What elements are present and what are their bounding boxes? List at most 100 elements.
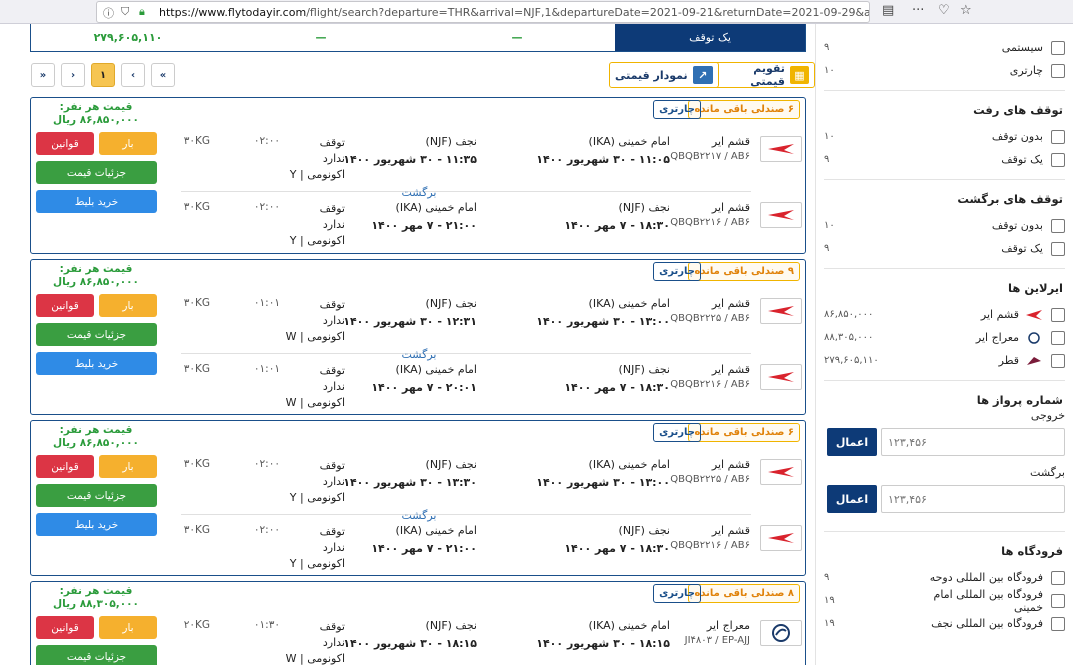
filter-row[interactable]: چارتری ۱۰: [824, 59, 1065, 82]
rules-button[interactable]: قوانین: [36, 294, 94, 317]
stops-info: توقف ندارد اکونومی | Y: [289, 459, 345, 504]
rules-button[interactable]: قوانین: [36, 455, 94, 478]
price-details-button[interactable]: جزئیات قیمت: [36, 323, 157, 346]
flight-result-card: ۹ صندلی باقی مانده چارتری قیمت هر نفر: ۸…: [30, 259, 806, 415]
meraj-air-logo: [760, 620, 802, 646]
qeshm-air-logo: [760, 459, 802, 485]
price-per-person: قیمت هر نفر: ۸۶,۸۵۰,۰۰۰ ریال: [36, 101, 156, 127]
summary-price[interactable]: ۲۷۹,۶۰۵,۱۱۰: [33, 24, 223, 51]
baggage-button[interactable]: بار: [99, 294, 157, 317]
price-details-button[interactable]: جزئیات قیمت: [36, 484, 157, 507]
baggage-button[interactable]: بار: [99, 455, 157, 478]
baggage-button[interactable]: بار: [99, 616, 157, 639]
filter-row[interactable]: یک توقف ۹: [824, 237, 1065, 260]
pocket-icon[interactable]: ♡: [938, 3, 950, 18]
filter-row[interactable]: فرودگاه بین المللی نجف ۱۹: [824, 612, 1065, 635]
return-flight-number-input[interactable]: [881, 485, 1065, 513]
rules-button[interactable]: قوانین: [36, 616, 94, 639]
checkbox[interactable]: [1051, 218, 1065, 233]
filter-row[interactable]: قطر ۲۷۹,۶۰۵,۱۱۰: [824, 349, 1065, 372]
checkbox[interactable]: [1051, 129, 1065, 144]
price-value: ۸۶,۸۵۰,۰۰۰ ریال: [53, 114, 139, 126]
duration: ۰۲:۰۰: [253, 201, 280, 213]
pagination: » › ۱ ‹ «: [31, 63, 175, 87]
duration: ۰۲:۰۰: [253, 524, 280, 536]
filter-row[interactable]: بدون توقف ۱۰: [824, 125, 1065, 148]
qeshm-air-logo: [1026, 309, 1042, 320]
url-text[interactable]: https://www.flytodayir.com/flight/search…: [159, 6, 869, 19]
return-leg: قشم ایر QBQB۲۲۱۶ / AB۶ نجف (NJF) ۱۸:۳۰ -…: [171, 350, 805, 414]
summary-dash[interactable]: —: [419, 24, 615, 51]
charter-badge: چارتری: [653, 584, 701, 603]
filters-sidebar: سیستمی ۹ چارتری ۱۰ توقف های رفت بدون توقف ۱…: [815, 24, 1073, 665]
flight-number-filter: شماره پرواز ها خروجی اعمال برگشت اعمال: [824, 381, 1065, 532]
chart-icon: ↗: [692, 66, 713, 84]
outbound-flight-number: اعمال: [824, 428, 1065, 456]
outbound-flight-number-input[interactable]: [881, 428, 1065, 456]
info-icon[interactable]: ⓘ: [103, 5, 114, 21]
duration: ۰۲:۰۰: [253, 135, 280, 147]
price-details-button[interactable]: جزئیات قیمت: [36, 161, 157, 184]
filter-row[interactable]: قشم ایر ۸۶,۸۵۰,۰۰۰: [824, 303, 1065, 326]
price-chart-button[interactable]: ↗ نمودار قیمتی: [609, 62, 719, 88]
price-details-button[interactable]: جزئیات قیمت: [36, 645, 157, 665]
last-page-button[interactable]: »: [31, 63, 55, 87]
current-page-button[interactable]: ۱: [91, 63, 115, 87]
calendar-icon: ▦: [789, 66, 809, 84]
checkbox[interactable]: [1051, 152, 1065, 167]
qeshm-air-logo: [760, 298, 802, 324]
checkbox[interactable]: [1051, 593, 1065, 608]
charter-badge: چارتری: [653, 423, 701, 442]
baggage-allowance: ۳۰KG: [183, 135, 210, 147]
summary-dash[interactable]: —: [223, 24, 419, 51]
price-per-person: قیمت هر نفر: ۸۸,۳۰۵,۰۰۰ ریال: [36, 585, 156, 611]
bookmark-star-icon[interactable]: ☆: [960, 3, 972, 18]
rules-button[interactable]: قوانین: [36, 132, 94, 155]
apply-button[interactable]: اعمال: [827, 485, 877, 513]
seats-left-badge: ۶ صندلی باقی مانده: [688, 423, 800, 442]
filter-row[interactable]: بدون توقف ۱۰: [824, 214, 1065, 237]
price-value: ۸۶,۸۵۰,۰۰۰ ریال: [53, 276, 139, 288]
next-page-button[interactable]: ›: [61, 63, 85, 87]
flight-result-card: ۸ صندلی باقی مانده چارتری قیمت هر نفر: ۸…: [30, 581, 806, 665]
filter-row[interactable]: یک توقف ۹: [824, 148, 1065, 171]
duration: ۰۱:۳۰: [253, 619, 280, 631]
prev-page-button[interactable]: ‹: [121, 63, 145, 87]
apply-button[interactable]: اعمال: [827, 428, 877, 456]
checkbox[interactable]: [1051, 330, 1065, 345]
baggage-button[interactable]: بار: [99, 132, 157, 155]
browser-toolbar: ⓘ ⛉ 🔒︎ https://www.flytodayir.com/flight…: [0, 0, 1073, 24]
baggage-allowance: ۲۰KG: [183, 619, 210, 631]
tab-one-stop[interactable]: یک توقف: [615, 24, 805, 51]
stops-info: توقف ندارد اکونومی | W: [285, 298, 345, 343]
reader-view-icon[interactable]: ▤: [882, 3, 894, 18]
qatar-logo: [1027, 356, 1041, 365]
checkbox[interactable]: [1051, 353, 1065, 368]
filter-row[interactable]: فرودگاه بین المللی دوحه ۹: [824, 566, 1065, 589]
price-value: ۸۶,۸۵۰,۰۰۰ ریال: [53, 437, 139, 449]
shield-icon[interactable]: ⛉: [121, 5, 129, 19]
charter-badge: چارتری: [653, 262, 701, 281]
stops-summary-bar: یک توقف — — ۲۷۹,۶۰۵,۱۱۰: [30, 24, 806, 52]
checkbox[interactable]: [1051, 616, 1065, 631]
address-bar[interactable]: ⓘ ⛉ 🔒︎ https://www.flytodayir.com/flight…: [96, 1, 870, 23]
checkbox[interactable]: [1051, 307, 1065, 322]
checkbox[interactable]: [1051, 40, 1065, 55]
price-calendar-button[interactable]: ▦ تقویم قیمتی: [712, 62, 815, 88]
outbound-leg: قشم ایر QBQB۲۲۲۵ / AB۶ امام خمینی (IKA) …: [171, 284, 805, 350]
stops-info: توقف ندارد اکونومی | Y: [289, 136, 345, 181]
first-page-button[interactable]: «: [151, 63, 175, 87]
more-icon[interactable]: ···: [912, 3, 924, 18]
stops-info: توقف ندارد اکونومی | Y: [289, 525, 345, 570]
checkbox[interactable]: [1051, 570, 1065, 585]
filter-row[interactable]: فرودگاه بین المللی امام خمینی ۱۹: [824, 588, 1065, 614]
baggage-allowance: ۳۰KG: [183, 524, 210, 536]
filter-row[interactable]: معراج ایر ۸۸,۳۰۵,۰۰۰: [824, 326, 1065, 349]
filter-row[interactable]: سیستمی ۹: [824, 36, 1065, 59]
checkbox[interactable]: [1051, 63, 1065, 78]
airports-filter: فرودگاه ها فرودگاه بین المللی دوحه ۹ فرود…: [824, 532, 1065, 643]
checkbox[interactable]: [1051, 241, 1065, 256]
duration: ۰۲:۰۰: [253, 458, 280, 470]
flight-result-card: ۶ صندلی باقی مانده چارتری قیمت هر نفر: ۸…: [30, 97, 806, 254]
seats-left-badge: ۹ صندلی باقی مانده: [688, 262, 800, 281]
